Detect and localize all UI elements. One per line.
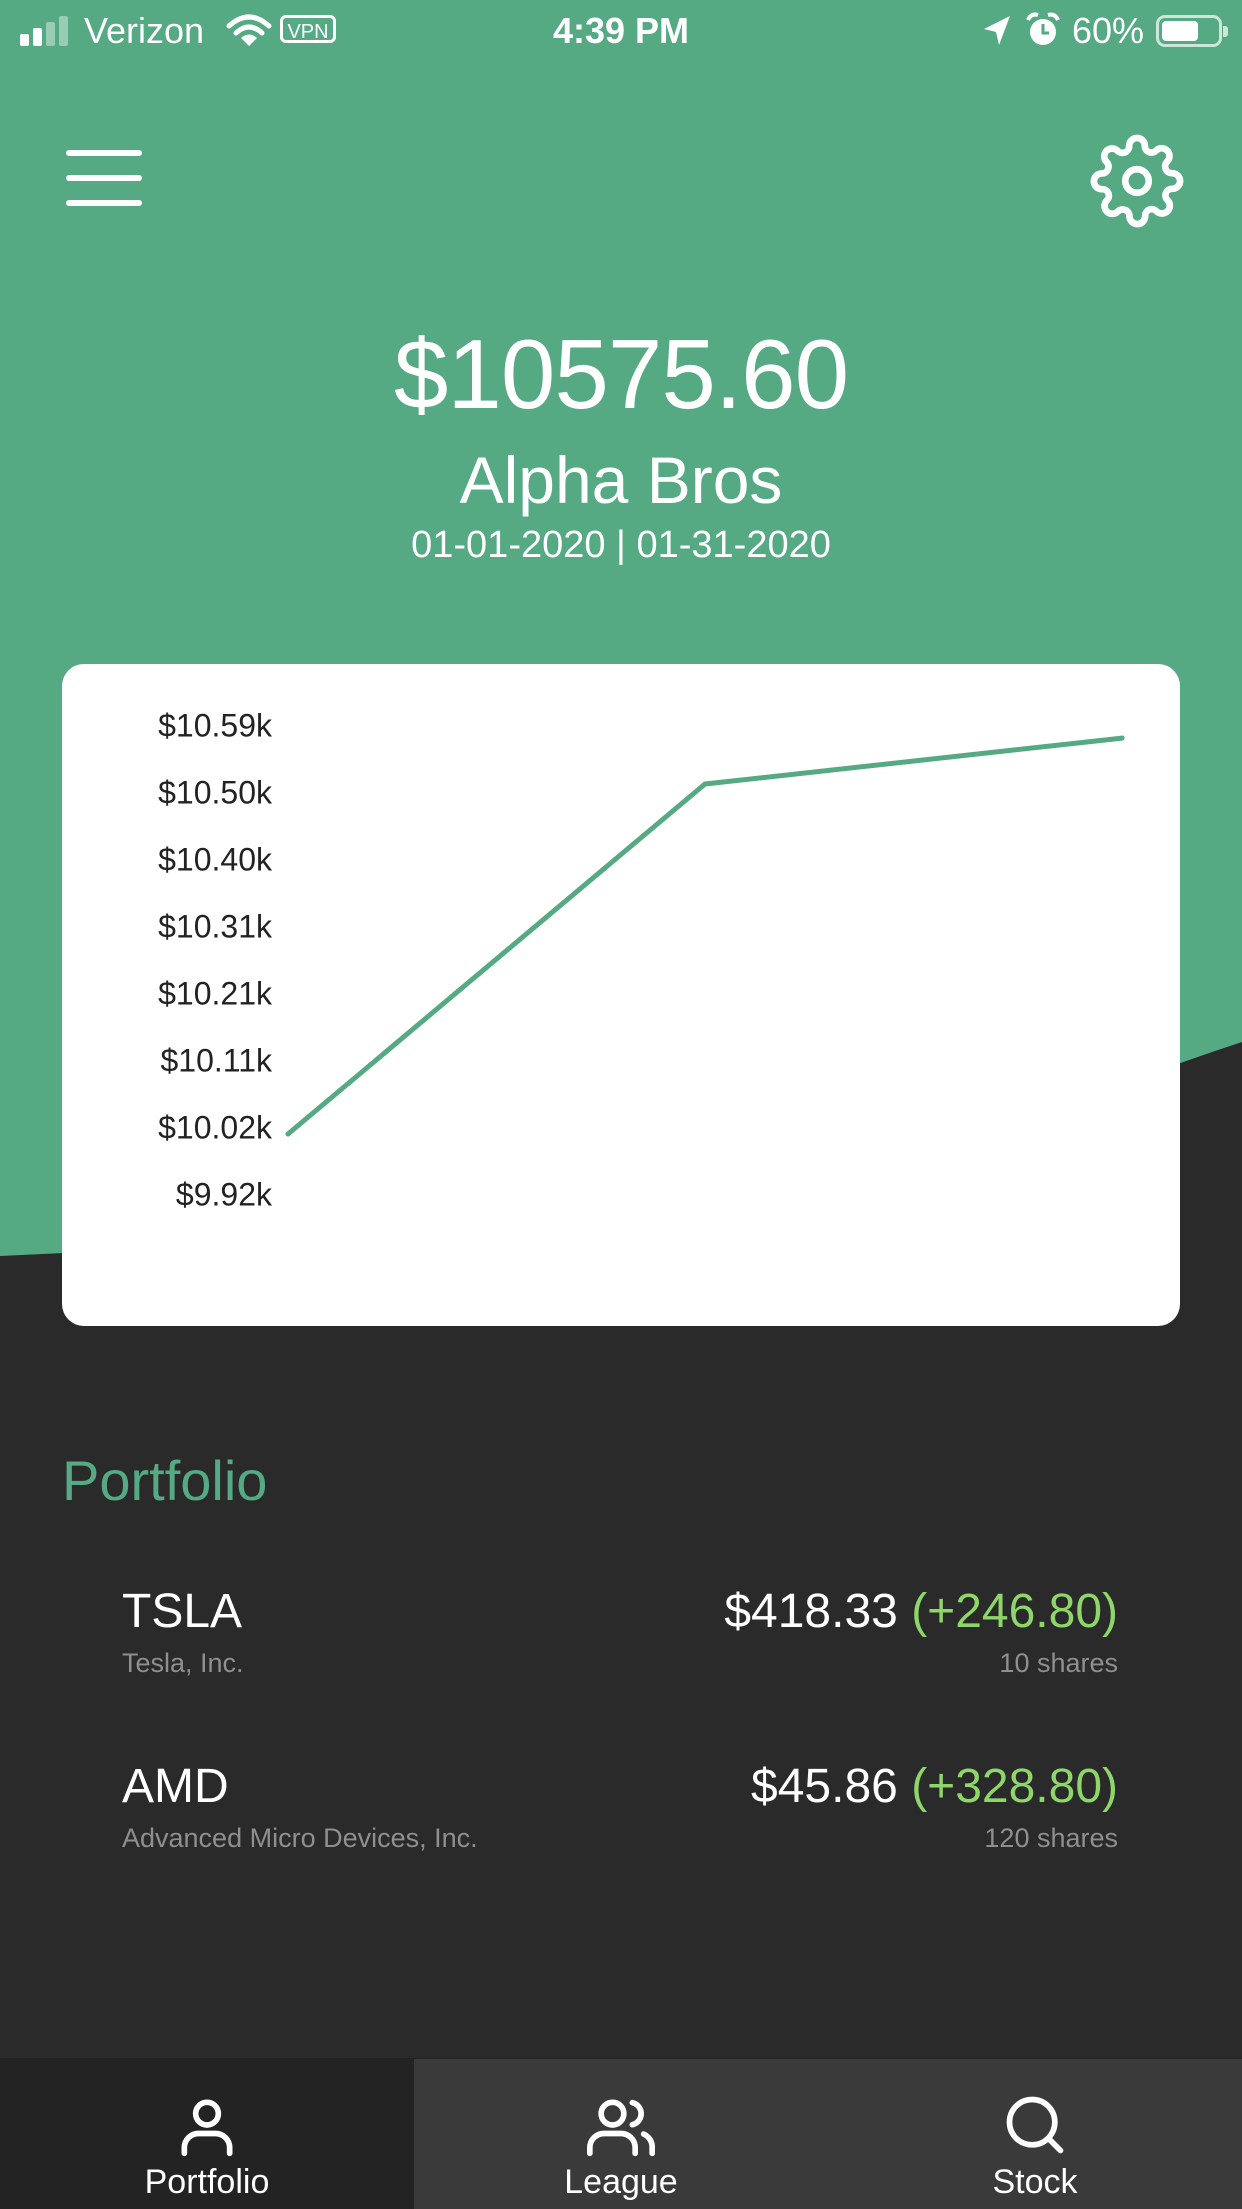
holding-row-tsla[interactable]: TSLA Tesla, Inc. $418.33 (+246.80) 10 sh…: [122, 1584, 1118, 1694]
y-tick-label: $9.92k: [176, 1176, 273, 1212]
portfolio-section-title: Portfolio: [62, 1449, 268, 1512]
holding-ticker: AMD: [122, 1760, 229, 1813]
tab-stock[interactable]: Stock: [828, 2059, 1242, 2209]
holding-row-amd[interactable]: AMD Advanced Micro Devices, Inc. $45.86 …: [122, 1759, 1118, 1869]
data-point: [1119, 735, 1125, 741]
battery-icon: [1156, 15, 1228, 47]
y-tick-label: $10.11k: [161, 1042, 274, 1078]
holding-change: (+328.80): [911, 1760, 1118, 1813]
data-point: [702, 781, 708, 787]
y-tick-label: $10.21k: [158, 975, 273, 1011]
holding-shares: 120 shares: [984, 1823, 1118, 1853]
users-icon: [587, 2099, 655, 2157]
alarm-clock-icon: [1026, 12, 1060, 45]
performance-chart-card: $10.59k $10.50k $10.40k $10.31k $10.21k $10.1…: [62, 664, 1180, 1326]
user-icon: [181, 2099, 233, 2157]
location-arrow-icon: [984, 16, 1010, 45]
settings-gear-icon[interactable]: [1090, 134, 1184, 228]
series-line: [285, 735, 1125, 1137]
menu-icon[interactable]: [66, 150, 142, 206]
holding-change: (+246.80): [911, 1585, 1118, 1638]
portfolio-balance: $10575.60: [393, 319, 849, 429]
battery-percentage: 60%: [1072, 10, 1145, 51]
data-point: [285, 1131, 291, 1137]
tab-label: League: [564, 2163, 678, 2201]
y-tick-label: $10.50k: [158, 774, 273, 810]
y-tick-label: $10.02k: [158, 1109, 273, 1145]
y-tick-label: $10.40k: [158, 841, 273, 877]
holding-price-line: $418.33 (+246.80): [724, 1584, 1118, 1639]
holding-shares: 10 shares: [999, 1648, 1118, 1678]
league-date-range: 01-01-2020 | 01-31-2020: [411, 524, 831, 566]
holding-company: Tesla, Inc.: [122, 1648, 244, 1678]
tab-bar: Portfolio League Stock: [0, 2058, 1242, 2209]
holding-price: $418.33: [724, 1585, 898, 1638]
status-bar: Verizon VPN 4:39 PM 60%: [0, 0, 1242, 62]
performance-chart: $10.59k $10.50k $10.40k $10.31k $10.21k $10.1…: [158, 707, 1125, 1212]
y-tick-label: $10.31k: [158, 908, 273, 944]
search-icon: [1006, 2096, 1064, 2154]
y-tick-label: $10.59k: [158, 707, 273, 743]
league-name: Alpha Bros: [459, 443, 783, 517]
tab-league[interactable]: League: [414, 2059, 828, 2209]
tab-portfolio[interactable]: Portfolio: [0, 2059, 414, 2209]
holding-company: Advanced Micro Devices, Inc.: [122, 1823, 478, 1853]
holding-ticker: TSLA: [122, 1585, 243, 1638]
tab-label: Stock: [992, 2163, 1078, 2201]
holding-price: $45.86: [751, 1760, 898, 1813]
holding-price-line: $45.86 (+328.80): [751, 1759, 1118, 1814]
tab-label: Portfolio: [144, 2163, 270, 2201]
